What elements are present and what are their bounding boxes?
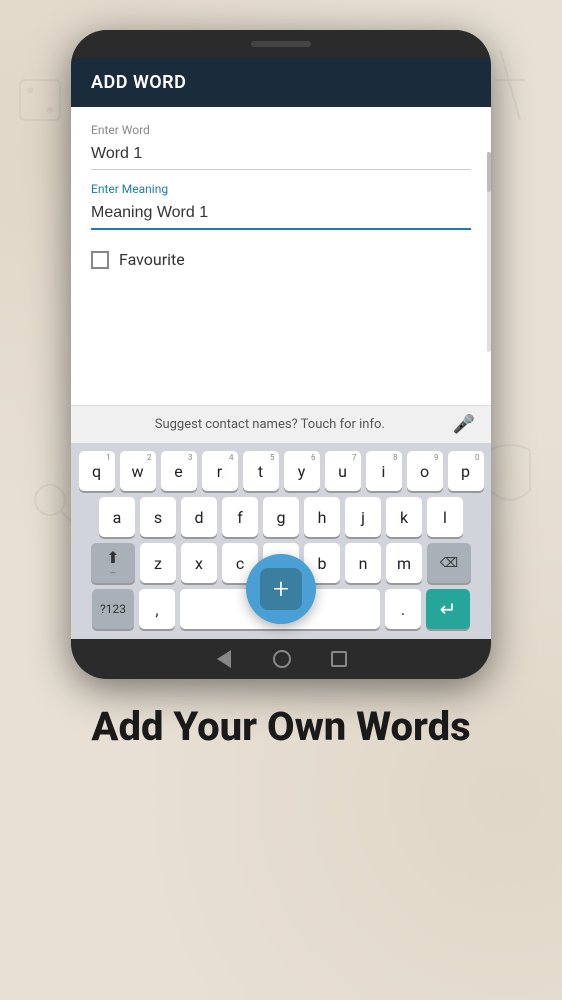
key-k[interactable]: k: [386, 497, 422, 537]
favourite-label: Favourite: [119, 250, 185, 269]
key-p[interactable]: 0p: [448, 451, 484, 491]
keyboard-suggestion-bar[interactable]: Suggest contact names? Touch for info. 🎤: [71, 405, 491, 443]
word-input[interactable]: [91, 141, 471, 170]
word-input-label: Enter Word: [91, 123, 471, 137]
key-r[interactable]: 4r: [202, 451, 238, 491]
key-i[interactable]: 8i: [366, 451, 402, 491]
key-enter[interactable]: ↵: [426, 589, 470, 629]
add-word-fab[interactable]: +: [246, 554, 316, 624]
microphone-icon[interactable]: 🎤: [453, 414, 475, 435]
page-title: ADD WORD: [91, 72, 186, 93]
suggestion-text: Suggest contact names? Touch for info.: [87, 417, 453, 432]
key-t[interactable]: 5t: [243, 451, 279, 491]
plus-icon: +: [273, 575, 289, 603]
keyboard-row-2: a s d f g h j k l: [75, 497, 487, 537]
meaning-input[interactable]: [91, 200, 471, 230]
key-e[interactable]: 3e: [161, 451, 197, 491]
home-button[interactable]: [273, 650, 291, 668]
form-area: Enter Word Enter Meaning Favourite: [71, 107, 491, 285]
phone-bottom-bar: [71, 639, 491, 679]
fab-inner: +: [260, 568, 302, 610]
phone-speaker: [251, 41, 311, 47]
key-n[interactable]: n: [345, 543, 381, 583]
meaning-input-group: Enter Meaning: [91, 182, 471, 230]
meaning-input-label: Enter Meaning: [91, 182, 471, 196]
key-q[interactable]: 1q: [79, 451, 115, 491]
key-o[interactable]: 9o: [407, 451, 443, 491]
key-g[interactable]: g: [263, 497, 299, 537]
key-m[interactable]: m: [386, 543, 422, 583]
back-button[interactable]: [217, 650, 231, 668]
key-u[interactable]: 7u: [325, 451, 361, 491]
recents-button[interactable]: [331, 651, 347, 667]
app-header: ADD WORD: [71, 58, 491, 107]
keyboard: 1q 2w 3e 4r 5t 6y 7u 8i 9o 0p a s d f g …: [71, 443, 491, 639]
word-input-group: Enter Word: [91, 123, 471, 170]
phone-top-bar: [71, 30, 491, 58]
phone-container: ADD WORD Enter Word Enter Meaning Favour…: [71, 30, 491, 679]
key-shift[interactable]: ⬆ —: [91, 543, 135, 583]
key-period[interactable]: .: [385, 589, 421, 629]
key-z[interactable]: z: [140, 543, 176, 583]
keyboard-row-1: 1q 2w 3e 4r 5t 6y 7u 8i 9o 0p: [75, 451, 487, 491]
key-f[interactable]: f: [222, 497, 258, 537]
key-h[interactable]: h: [304, 497, 340, 537]
key-s[interactable]: s: [140, 497, 176, 537]
scrollbar[interactable]: [487, 152, 491, 352]
key-l[interactable]: l: [427, 497, 463, 537]
scrollbar-thumb: [487, 152, 491, 192]
key-comma[interactable]: ,: [139, 589, 175, 629]
favourite-row: Favourite: [91, 242, 471, 277]
favourite-checkbox[interactable]: [91, 251, 109, 269]
key-y[interactable]: 6y: [284, 451, 320, 491]
key-j[interactable]: j: [345, 497, 381, 537]
bottom-tagline: Add Your Own Words: [91, 703, 470, 750]
key-w[interactable]: 2w: [120, 451, 156, 491]
key-numbers[interactable]: ?123: [92, 589, 134, 629]
key-delete[interactable]: ⌫: [427, 543, 471, 583]
key-a[interactable]: a: [99, 497, 135, 537]
key-x[interactable]: x: [181, 543, 217, 583]
form-spacer: [71, 285, 491, 405]
key-d[interactable]: d: [181, 497, 217, 537]
